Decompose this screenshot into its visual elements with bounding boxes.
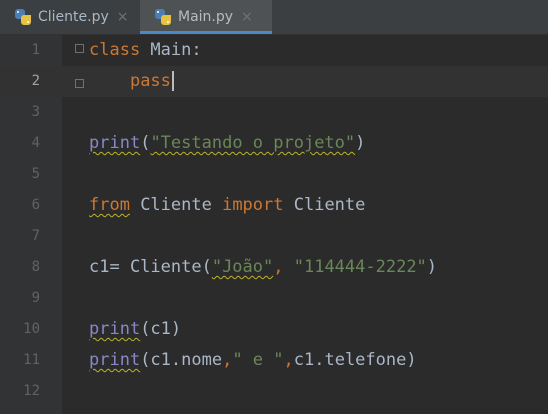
code-line[interactable]: 9: [0, 283, 548, 314]
code-token: (c1.nome: [140, 350, 223, 370]
line-number: 1: [31, 42, 40, 58]
code-token: print: [89, 319, 141, 339]
code-token: "João": [211, 257, 274, 277]
code-token: c1= Cliente(: [89, 257, 212, 277]
code-line[interactable]: 8 c1= Cliente("João", "114444-2222"): [0, 252, 548, 283]
code-text: print("Testando o projeto"): [89, 128, 365, 159]
line-number: 7: [31, 228, 40, 244]
code-line[interactable]: 10 print(c1): [0, 314, 548, 345]
code-line[interactable]: 11 print(c1.nome," e ",c1.telefone): [0, 345, 548, 376]
line-number: 8: [31, 259, 40, 275]
code-token: ,: [222, 350, 233, 370]
python-file-icon: [154, 8, 172, 26]
code-token: Main:: [140, 40, 202, 60]
line-number: 11: [23, 352, 40, 368]
code-token: class: [89, 40, 141, 60]
text-caret: [171, 71, 174, 91]
code-line[interactable]: 4 print("Testando o projeto"): [0, 128, 548, 159]
code-token: "Testando o projeto": [150, 133, 356, 153]
code-token: pass: [129, 71, 171, 91]
fold-open-icon[interactable]: [75, 44, 84, 53]
code-token: print: [89, 350, 141, 370]
code-token: ): [355, 133, 366, 153]
line-number: 9: [31, 290, 40, 306]
line-number: 10: [23, 321, 40, 337]
code-token: ,: [283, 350, 294, 370]
close-tab-icon[interactable]: ×: [117, 9, 129, 25]
line-number: 4: [31, 135, 40, 151]
code-token: ): [426, 257, 438, 277]
line-number: 2: [31, 73, 40, 89]
code-text: print(c1.nome," e ",c1.telefone): [89, 345, 417, 376]
code-text: c1= Cliente("João", "114444-2222"): [89, 252, 437, 283]
code-line[interactable]: 2 pass: [0, 66, 548, 97]
tab-cliente-py[interactable]: Cliente.py ×: [0, 0, 140, 34]
line-number: 3: [31, 104, 40, 120]
fold-end-icon[interactable]: [75, 79, 84, 88]
code-token: c1.telefone): [293, 350, 417, 370]
code-token: Cliente: [283, 195, 366, 215]
line-number: 5: [31, 166, 40, 182]
code-line[interactable]: 1 class Main:: [0, 35, 548, 66]
code-text: class Main:: [89, 35, 202, 66]
code-token: Cliente: [129, 195, 223, 215]
tab-label: Cliente.py: [38, 9, 109, 25]
code-token: from: [89, 195, 130, 215]
close-tab-icon[interactable]: ×: [241, 9, 253, 25]
line-number: 6: [31, 197, 40, 213]
line-number: 12: [23, 383, 40, 399]
tab-main-py[interactable]: Main.py ×: [140, 0, 272, 34]
code-token: " e ": [232, 350, 284, 370]
code-token: (: [140, 133, 151, 153]
code-token: "114444-2222": [293, 257, 427, 277]
code-line[interactable]: 5: [0, 159, 548, 190]
code-line[interactable]: 3: [0, 97, 548, 128]
code-text: from Cliente import Cliente: [89, 190, 365, 221]
code-token: print: [89, 133, 141, 153]
code-token: (c1): [140, 319, 182, 339]
python-file-icon: [14, 8, 32, 26]
code-line[interactable]: 7: [0, 221, 548, 252]
code-line[interactable]: 6 from Cliente import Cliente: [0, 190, 548, 221]
code-token: import: [222, 195, 284, 215]
code-line[interactable]: 12: [0, 376, 548, 407]
editor-tab-bar: Cliente.py × Main.py ×: [0, 0, 548, 35]
code-text: pass: [89, 66, 174, 97]
code-token: ,: [273, 257, 294, 277]
tab-label: Main.py: [178, 9, 234, 25]
code-text: print(c1): [89, 314, 181, 345]
